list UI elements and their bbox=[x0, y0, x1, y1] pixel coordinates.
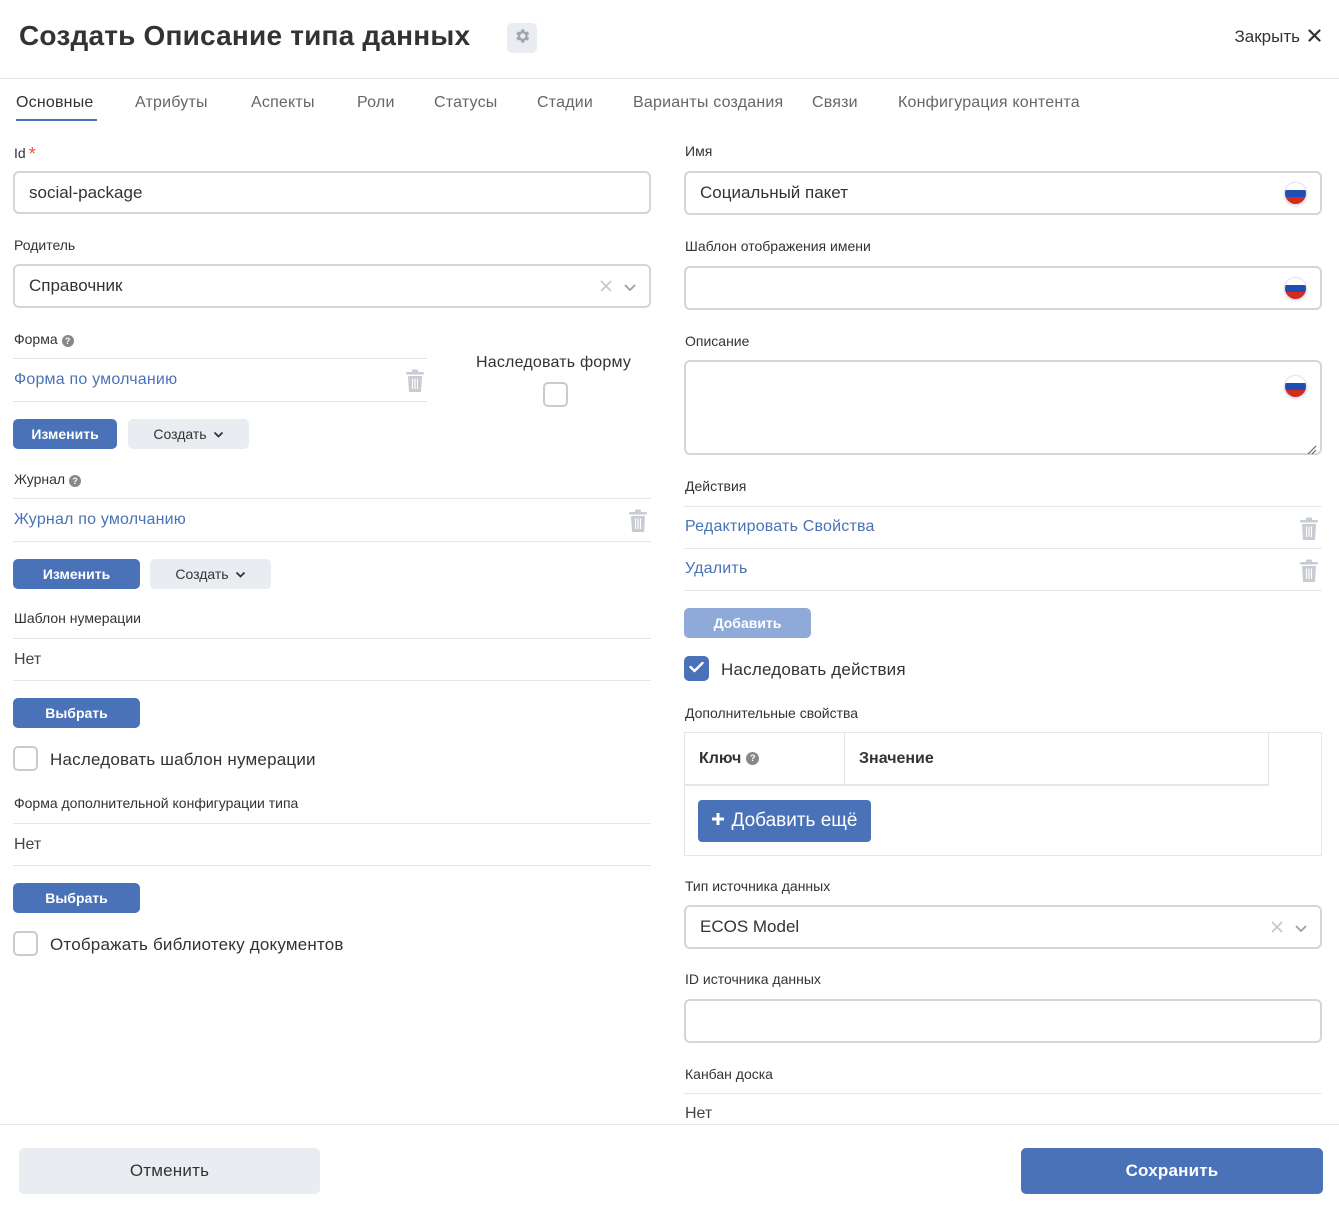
chevron-down-icon bbox=[235, 566, 246, 582]
source-id-input[interactable] bbox=[684, 999, 1322, 1043]
config-form-label: Форма дополнительной конфигурации типа bbox=[14, 795, 299, 811]
source-type-label: Тип источника данных bbox=[685, 878, 831, 894]
close-label: Закрыть bbox=[1234, 27, 1300, 46]
clear-icon[interactable] bbox=[599, 278, 613, 298]
active-tab-indicator bbox=[16, 119, 97, 121]
tab-attributes[interactable]: Атрибуты bbox=[135, 94, 208, 112]
modal-header: Создать Описание типа данных Закрыть bbox=[0, 0, 1339, 79]
divider bbox=[13, 865, 651, 866]
divider bbox=[13, 680, 651, 681]
tab-aspects[interactable]: Аспекты bbox=[251, 94, 315, 112]
tab-roles[interactable]: Роли bbox=[357, 94, 395, 112]
divider bbox=[13, 541, 651, 542]
form-link[interactable]: Форма по умолчанию bbox=[14, 371, 177, 389]
chevron-down-icon bbox=[213, 426, 224, 442]
inherit-form-label: Наследовать форму bbox=[476, 354, 632, 371]
change-form-button[interactable]: Изменить bbox=[13, 419, 117, 449]
parent-select[interactable]: Справочник bbox=[13, 264, 651, 308]
name-label: Имя bbox=[685, 143, 713, 159]
inherit-numbering-checkbox[interactable] bbox=[13, 746, 38, 771]
description-textarea[interactable] bbox=[684, 360, 1322, 455]
resize-handle-icon[interactable] bbox=[1307, 440, 1317, 455]
plus-icon bbox=[711, 810, 725, 832]
russian-flag-icon[interactable] bbox=[1285, 376, 1306, 397]
actions-label: Действия bbox=[685, 478, 747, 494]
id-label: Id * bbox=[14, 144, 36, 164]
help-icon: ? bbox=[69, 475, 82, 487]
close-button[interactable]: Закрыть bbox=[1235, 27, 1321, 47]
close-icon bbox=[1308, 27, 1321, 47]
kanban-value: Нет bbox=[685, 1105, 713, 1122]
divider bbox=[13, 823, 651, 824]
action-item[interactable]: Редактировать Свойства bbox=[685, 518, 875, 536]
add-more-button[interactable]: Добавить ещё bbox=[698, 800, 871, 842]
show-doc-lib-label: Отображать библиотеку документов bbox=[50, 935, 344, 954]
chevron-down-icon[interactable] bbox=[623, 278, 637, 298]
checkmark-icon bbox=[689, 660, 704, 678]
column-header-key: Ключ? bbox=[685, 733, 845, 786]
divider bbox=[13, 401, 427, 402]
journal-link[interactable]: Журнал по умолчанию bbox=[14, 511, 186, 529]
clear-icon[interactable] bbox=[1270, 919, 1284, 939]
numbering-label: Шаблон нумерации bbox=[14, 610, 141, 626]
russian-flag-icon[interactable] bbox=[1285, 278, 1306, 299]
trash-icon[interactable] bbox=[1299, 517, 1319, 541]
name-template-input[interactable] bbox=[684, 266, 1322, 310]
properties-label: Дополнительные свойства bbox=[685, 705, 859, 721]
create-journal-button[interactable]: Создать bbox=[150, 559, 271, 589]
inherit-form-checkbox[interactable] bbox=[543, 382, 568, 407]
kanban-label: Канбан доска bbox=[685, 1066, 773, 1082]
numbering-value: Нет bbox=[14, 651, 42, 668]
config-form-value: Нет bbox=[14, 836, 42, 853]
divider bbox=[13, 638, 651, 639]
show-doc-lib-checkbox[interactable] bbox=[13, 931, 38, 956]
tab-create-variants[interactable]: Варианты создания bbox=[633, 94, 783, 112]
description-label: Описание bbox=[685, 333, 750, 349]
divider bbox=[13, 498, 651, 499]
russian-flag-icon[interactable] bbox=[1285, 183, 1306, 204]
change-journal-button[interactable]: Изменить bbox=[13, 559, 140, 589]
create-form-button[interactable]: Создать bbox=[128, 419, 249, 449]
help-icon: ? bbox=[61, 335, 74, 347]
help-icon: ? bbox=[746, 752, 760, 765]
trash-icon[interactable] bbox=[628, 509, 648, 533]
id-input[interactable]: social-package bbox=[13, 171, 651, 214]
select-config-form-button[interactable]: Выбрать bbox=[13, 883, 140, 913]
inherit-actions-label: Наследовать действия bbox=[721, 660, 906, 679]
tab-stages[interactable]: Стадии bbox=[537, 94, 593, 112]
add-action-button[interactable]: Добавить bbox=[684, 608, 811, 638]
divider bbox=[684, 548, 1322, 549]
divider bbox=[13, 358, 427, 359]
gear-icon bbox=[513, 27, 531, 50]
select-numbering-button[interactable]: Выбрать bbox=[13, 698, 140, 728]
trash-icon[interactable] bbox=[1299, 559, 1319, 583]
parent-label: Родитель bbox=[14, 237, 76, 253]
journal-label: Журнал? bbox=[14, 471, 82, 487]
name-template-label: Шаблон отображения имени bbox=[685, 238, 871, 254]
source-type-select[interactable]: ECOS Model bbox=[684, 905, 1322, 949]
name-input[interactable]: Социальный пакет bbox=[684, 171, 1322, 215]
divider bbox=[684, 506, 1322, 507]
page-title: Создать Описание типа данных bbox=[19, 20, 471, 51]
tab-associations[interactable]: Связи bbox=[812, 94, 858, 112]
source-id-label: ID источника данных bbox=[685, 971, 821, 987]
cancel-button[interactable]: Отменить bbox=[19, 1148, 320, 1194]
save-button[interactable]: Сохранить bbox=[1021, 1148, 1323, 1194]
tab-statuses[interactable]: Статусы bbox=[434, 94, 497, 112]
divider bbox=[684, 1093, 1322, 1094]
tab-main[interactable]: Основные bbox=[16, 94, 94, 112]
action-item[interactable]: Удалить bbox=[685, 560, 748, 578]
chevron-down-icon[interactable] bbox=[1294, 919, 1308, 939]
required-marker: * bbox=[28, 144, 36, 164]
inherit-numbering-label: Наследовать шаблон нумерации bbox=[50, 750, 316, 769]
trash-icon[interactable] bbox=[405, 369, 425, 393]
tab-content-config[interactable]: Конфигурация контента bbox=[898, 94, 1080, 112]
form-label: Форма? bbox=[14, 331, 74, 347]
divider bbox=[684, 590, 1322, 591]
column-header-value: Значение bbox=[845, 733, 1269, 786]
settings-button[interactable] bbox=[507, 23, 537, 53]
inherit-actions-checkbox[interactable] bbox=[684, 656, 709, 681]
